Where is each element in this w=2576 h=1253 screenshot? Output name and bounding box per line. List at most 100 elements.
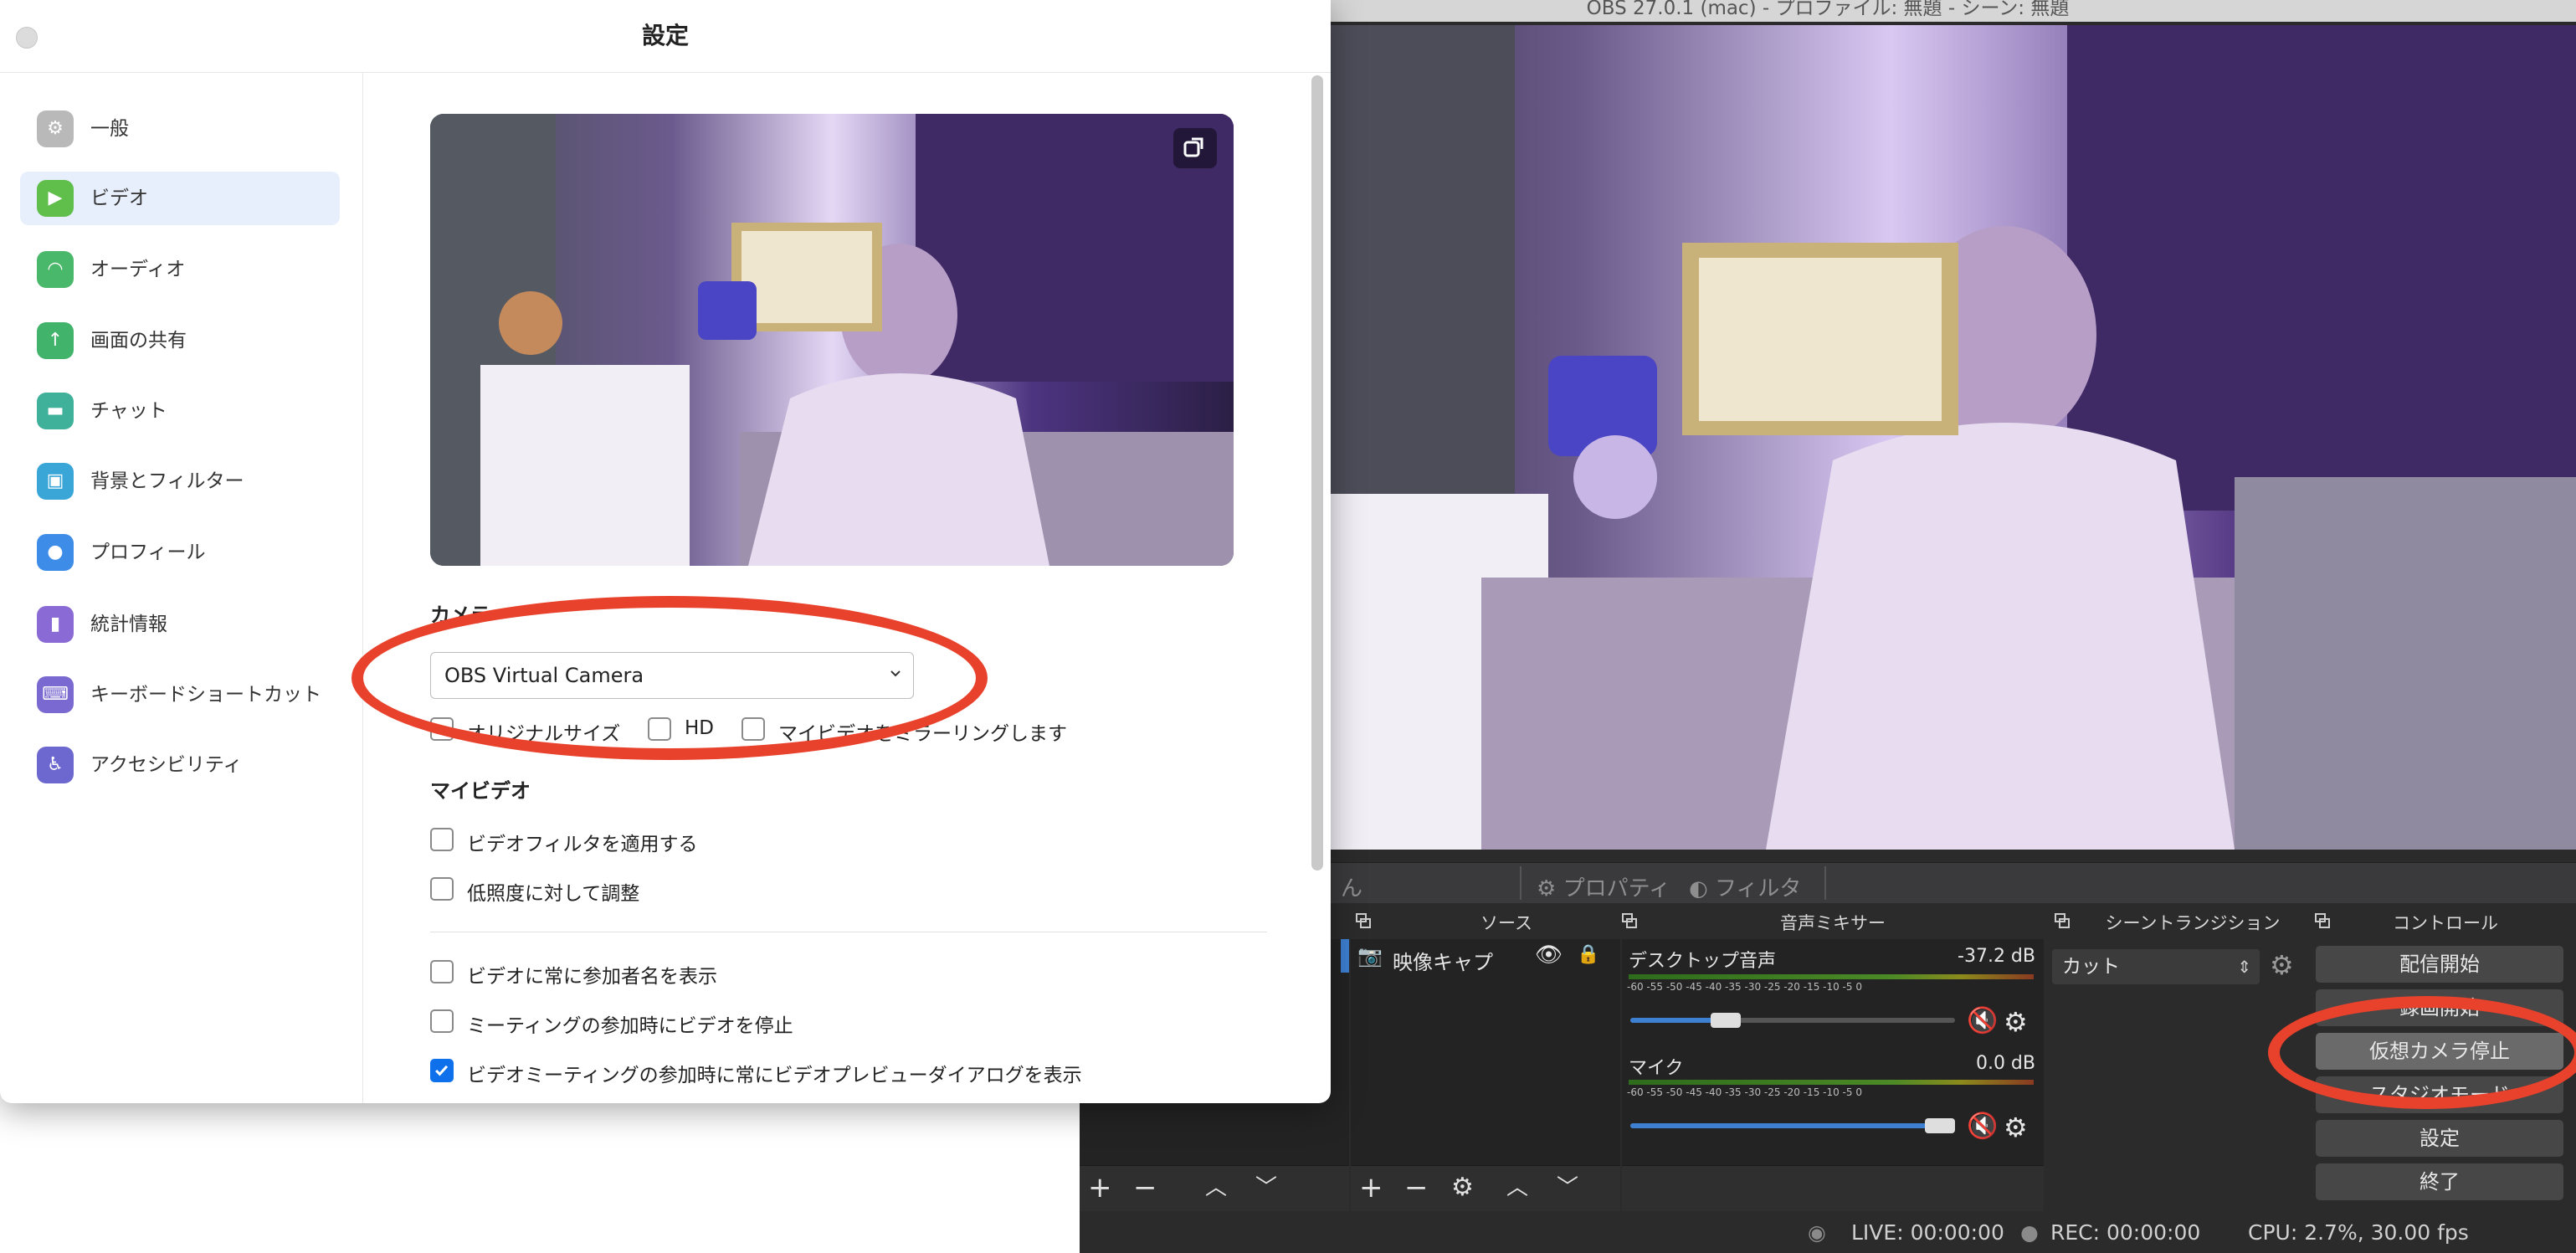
toolbar-separator [1824,866,1826,900]
bar-chart-icon: ▮ [37,606,74,643]
obs-preview[interactable] [1331,25,2576,850]
volume-slider-thumb[interactable] [1711,1013,1741,1028]
audio-level-meter [1629,974,2034,979]
remove-source-button[interactable]: − [1404,1173,1429,1203]
nav-item-0[interactable]: ⚙ 一般 [20,102,340,156]
eye-icon[interactable]: 👁 [1535,942,1563,968]
move-scene-down-button[interactable]: ﹀ [1255,1173,1277,1203]
source-properties-gear-icon[interactable]: ⚙ [1451,1173,1474,1203]
person-icon: ● [37,534,74,571]
video-filter-checkbox[interactable] [430,828,454,851]
person-body [748,373,1049,566]
mixer-toolbar [1622,1165,2044,1211]
person-body [1766,423,2235,850]
scene-selected-marker [1341,939,1349,973]
filters-label: フィルタ [1714,876,1802,901]
nav-item-5[interactable]: ▣ 背景とフィルター [20,454,340,508]
rec-dot-icon: ● [2020,1220,2039,1245]
headphones-icon: ◠ [37,251,74,288]
nav-item-9[interactable]: ♿ アクセシビリティ [20,738,340,792]
add-scene-button[interactable]: + [1088,1173,1112,1203]
move-source-up-button[interactable]: ︿ [1506,1173,1528,1203]
meter-scale: -60 -55 -50 -45 -40 -35 -30 -25 -20 -15 … [1627,1086,1862,1098]
mixer-channel-name: マイク [1629,1058,1684,1079]
transition-gear-icon[interactable]: ⚙ [2270,949,2294,981]
nav-item-8[interactable]: ⌨ キーボードショートカット [20,668,340,722]
live-broadcast-icon: ◉ [1808,1220,1826,1245]
dock-float-icon[interactable] [2055,913,2070,928]
nav-item-6[interactable]: ● プロフィール [20,526,340,579]
transition-selected: カット [2062,956,2120,978]
low-light-label: 低照度に対して調整 [467,883,640,905]
meter-scale: -60 -55 -50 -45 -40 -35 -30 -25 -20 -15 … [1627,981,1862,993]
sources-dock: 📷 映像キャプ 👁 🔒 [1351,939,1620,1165]
twitch-plush [698,281,757,340]
audio-mixer-dock: デスクトップ音声 -37.2 dB -60 -55 -50 -45 -40 -3… [1622,939,2044,1165]
channel-gear-icon[interactable]: ⚙ [2004,1112,2028,1143]
highlight-ellipse-virtual-camera [2268,996,2576,1109]
camera-source-icon: 📷 [1357,944,1383,968]
stop-video-on-join-label: ミーティングの参加時にビデオを停止 [467,1015,793,1037]
nav-item-2[interactable]: ◠ オーディオ [20,243,340,296]
certificate-paper [741,231,872,323]
muted-speaker-icon[interactable]: 🔇 [1967,1112,1998,1141]
nav-item-4[interactable]: ▬ チャット [20,384,340,438]
chevron-updown-icon: ⇕ [2237,957,2251,977]
background-icon: ▣ [37,463,74,500]
settings-title: 設定 [0,0,1331,73]
remove-scene-button[interactable]: − [1133,1173,1157,1203]
channel-gear-icon[interactable]: ⚙ [2004,1006,2028,1038]
add-source-button[interactable]: + [1359,1173,1383,1203]
video-camera-icon: ▶ [37,180,74,217]
accessibility-icon: ♿ [37,747,74,783]
nav-item-1[interactable]: ▶ ビデオ [20,172,340,225]
nav-label: オーディオ [90,259,186,280]
volume-slider-fill [1630,1123,1940,1128]
lock-icon[interactable]: 🔒 [1577,944,1599,965]
share-screen-icon: ↑ [37,322,74,359]
nav-label: キーボードショートカット [90,684,321,706]
transition-select[interactable]: カット ⇕ [2052,949,2260,984]
cpu-status: CPU: 2.7%, 30.00 fps [2248,1220,2469,1245]
low-light-checkbox[interactable] [430,877,454,901]
live-status: LIVE: 00:00:00 [1851,1220,2004,1245]
shelf [480,365,690,566]
mixer-channel-db: 0.0 dB [1975,1053,2035,1074]
close-window-button[interactable] [16,27,38,49]
nav-item-3[interactable]: ↑ 画面の共有 [20,314,340,367]
certificate-paper [1699,258,1942,421]
plush-toy [499,291,562,355]
mixer-channel-name: デスクトップ音声 [1629,951,1777,972]
volume-slider-thumb[interactable] [1925,1118,1955,1133]
nav-label: ビデオ [90,187,148,209]
nav-label: 背景とフィルター [90,470,244,492]
move-scene-up-button[interactable]: ︿ [1205,1173,1227,1203]
muted-speaker-icon[interactable]: 🔇 [1967,1006,1998,1035]
mixer-channel-db: -37.2 dB [1958,946,2035,967]
curtain-right [2067,25,2576,511]
filters-button[interactable]: ◐ フィルタ [1689,871,1801,902]
audio-level-meter [1629,1080,2034,1085]
settings-button[interactable]: 設定 [2316,1120,2563,1157]
toolbar-separator [1520,866,1521,900]
properties-button[interactable]: ⚙ プロパティ [1537,871,1670,902]
move-source-down-button[interactable]: ﹀ [1557,1173,1578,1203]
stop-video-on-join-checkbox[interactable] [430,1009,454,1033]
keyboard-icon: ⌨ [37,676,74,713]
my-video-label: マイビデオ [430,779,531,803]
nav-item-7[interactable]: ▮ 統計情報 [20,598,340,651]
show-preview-dialog-label: ビデオミーティングの参加時に常にビデオプレビューダイアログを表示 [467,1065,1082,1086]
start-streaming-button[interactable]: 配信開始 [2316,946,2563,983]
rotate-camera-button[interactable] [1173,128,1217,168]
show-names-checkbox[interactable] [430,960,454,983]
exit-button[interactable]: 終了 [2316,1163,2563,1200]
gear-icon: ⚙ [1537,876,1557,901]
nav-label: 統計情報 [90,614,167,635]
settings-scrollbar[interactable] [1311,75,1323,870]
source-row[interactable]: 📷 映像キャプ 👁 🔒 [1351,939,1620,976]
show-preview-dialog-checkbox[interactable] [430,1059,454,1082]
scene-transition-dock: カット ⇕ ⚙ [2045,939,2305,1165]
properties-label: プロパティ [1563,876,1671,901]
nav-label: プロフィール [90,542,206,563]
rec-status: REC: 00:00:00 [2050,1220,2201,1245]
